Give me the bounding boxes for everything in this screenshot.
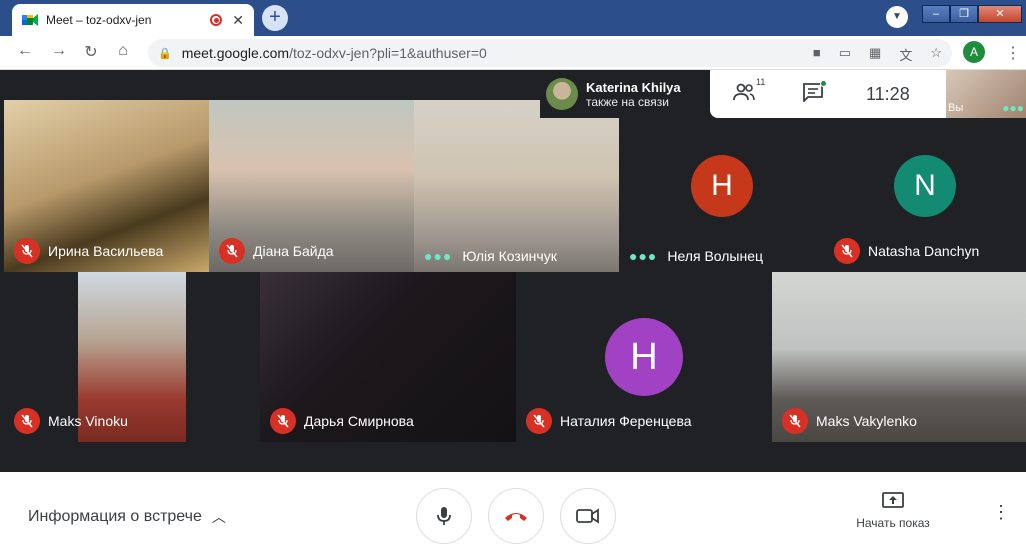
participant-name: Maks Vinoku bbox=[14, 408, 128, 434]
mic-off-icon bbox=[14, 408, 40, 434]
camera-icon[interactable]: ■ bbox=[813, 45, 821, 64]
browser-tabstrip: Meet – toz-odxv-jen ✕ + ▼ – ❐ ✕ bbox=[0, 0, 1026, 36]
participants-button[interactable]: 11 bbox=[732, 77, 765, 106]
participant-tile[interactable]: ●●● Юлія Козинчук bbox=[414, 100, 619, 272]
microphone-icon bbox=[437, 507, 451, 525]
participant-name: Дарья Смирнова bbox=[270, 408, 414, 434]
microphone-button[interactable] bbox=[416, 488, 472, 544]
speaking-indicator-icon: ●●● bbox=[1002, 101, 1024, 115]
speaking-indicator-icon: ●●● bbox=[424, 248, 453, 264]
participant-tile[interactable]: Maks Vinoku bbox=[4, 272, 260, 442]
video-grid: Ирина Васильева Діана Байда ●●● Юлія Кози… bbox=[0, 70, 1026, 472]
self-label: Вы bbox=[948, 102, 964, 114]
home-icon[interactable]: ⌂ bbox=[112, 42, 134, 60]
reload-icon[interactable]: ↻ bbox=[80, 42, 102, 62]
minimize-button[interactable]: – bbox=[922, 5, 950, 23]
url-text: meet.google.com/toz-odxv-jen?pli=1&authu… bbox=[181, 45, 487, 61]
people-icon bbox=[733, 83, 755, 100]
unread-dot bbox=[820, 79, 827, 87]
maximize-button[interactable]: ❐ bbox=[950, 5, 978, 23]
chat-button[interactable] bbox=[802, 79, 827, 107]
participant-tile[interactable]: Діана Байда bbox=[209, 100, 414, 272]
participant-tile[interactable]: H Наталия Ференцева bbox=[516, 272, 772, 442]
video-camera-icon bbox=[576, 508, 599, 524]
present-screen-icon bbox=[882, 492, 904, 508]
mic-off-icon bbox=[526, 408, 552, 434]
new-tab-button[interactable]: + bbox=[262, 5, 288, 31]
presenter-text: Katerina Khilya также на связи bbox=[586, 80, 681, 109]
browser-menu-icon[interactable]: ⋮ bbox=[1005, 43, 1021, 63]
window-controls: ▼ – ❐ ✕ bbox=[886, 0, 1022, 28]
participant-name: ●●● Юлія Козинчук bbox=[424, 248, 557, 264]
tab-search-icon[interactable]: ▼ bbox=[886, 6, 908, 28]
participant-tile[interactable]: Дарья Смирнова bbox=[260, 272, 516, 442]
mic-off-icon bbox=[782, 408, 808, 434]
meeting-details-label: Информация о встрече bbox=[28, 508, 202, 525]
forward-icon[interactable]: → bbox=[48, 42, 70, 60]
self-view-tile[interactable]: Вы ●●● bbox=[946, 70, 1026, 118]
presenter-status: также на связи bbox=[586, 94, 669, 109]
translate-icon[interactable]: 文 bbox=[899, 45, 912, 64]
participant-tile[interactable]: N Natasha Danchyn bbox=[824, 100, 1026, 272]
participant-name: Діана Байда bbox=[219, 238, 334, 264]
omnibox-actions: ■ ▭ ▦ 文 ☆ bbox=[813, 45, 942, 64]
meeting-top-bar: 11 11:28 bbox=[710, 70, 946, 118]
participant-tile[interactable]: H ●●● Неля Волынец bbox=[619, 100, 824, 272]
window-close-button[interactable]: ✕ bbox=[978, 5, 1022, 23]
mic-off-icon bbox=[14, 238, 40, 264]
browser-toolbar: ← → ↻ ⌂ 🔒 meet.google.com/toz-odxv-jen?p… bbox=[0, 36, 1026, 70]
mic-off-icon bbox=[834, 238, 860, 264]
profile-avatar[interactable]: A bbox=[963, 41, 985, 63]
lock-icon: 🔒 bbox=[158, 47, 172, 60]
tab-title: Meet – toz-odxv-jen bbox=[46, 13, 152, 27]
speaking-indicator-icon: ●●● bbox=[629, 248, 658, 264]
qr-code-icon[interactable]: ▦ bbox=[869, 45, 881, 64]
participant-name: Наталия Ференцева bbox=[526, 408, 692, 434]
participants-count: 11 bbox=[756, 76, 766, 87]
browser-tab[interactable]: Meet – toz-odxv-jen ✕ bbox=[12, 4, 254, 36]
participant-tile[interactable]: Maks Vakylenko bbox=[772, 272, 1026, 442]
meeting-details-button[interactable]: Информация о встрече ︿ bbox=[28, 507, 226, 527]
bookmark-star-icon[interactable]: ☆ bbox=[930, 45, 942, 64]
mic-off-icon bbox=[219, 238, 245, 264]
presenter-info: Katerina Khilya также на связи bbox=[540, 70, 710, 118]
present-now-button[interactable]: Начать показ bbox=[846, 492, 940, 530]
participant-name: ●●● Неля Волынец bbox=[629, 248, 764, 264]
clock: 11:28 bbox=[866, 83, 910, 104]
mic-off-icon bbox=[270, 408, 296, 434]
more-options-icon[interactable]: ⋮ bbox=[992, 502, 1010, 523]
participant-initial-avatar: H bbox=[605, 318, 683, 396]
participant-initial-avatar: N bbox=[894, 155, 956, 217]
presenter-avatar bbox=[546, 78, 578, 110]
tab-close-icon[interactable]: ✕ bbox=[232, 12, 244, 29]
present-label: Начать показ bbox=[856, 516, 930, 530]
participant-name: Maks Vakylenko bbox=[782, 408, 917, 434]
presenter-name: Katerina Khilya bbox=[586, 79, 681, 95]
recording-indicator-icon bbox=[210, 14, 223, 26]
address-bar[interactable]: 🔒 meet.google.com/toz-odxv-jen?pli=1&aut… bbox=[148, 39, 952, 67]
participant-name: Ирина Васильева bbox=[14, 238, 163, 264]
call-controls-bar: Информация о встрече ︿ Начать показ ⋮ bbox=[0, 472, 1026, 558]
camera-button[interactable] bbox=[560, 488, 616, 544]
participant-name: Natasha Danchyn bbox=[834, 238, 979, 264]
hang-up-icon bbox=[505, 513, 527, 521]
back-icon[interactable]: ← bbox=[14, 42, 36, 60]
meet-logo-icon bbox=[22, 13, 38, 27]
cast-icon[interactable]: ▭ bbox=[839, 45, 851, 64]
participant-tile[interactable]: Ирина Васильева bbox=[4, 100, 209, 272]
end-call-button[interactable] bbox=[488, 488, 544, 544]
chevron-up-icon: ︿ bbox=[211, 509, 226, 525]
participant-initial-avatar: H bbox=[691, 155, 753, 217]
